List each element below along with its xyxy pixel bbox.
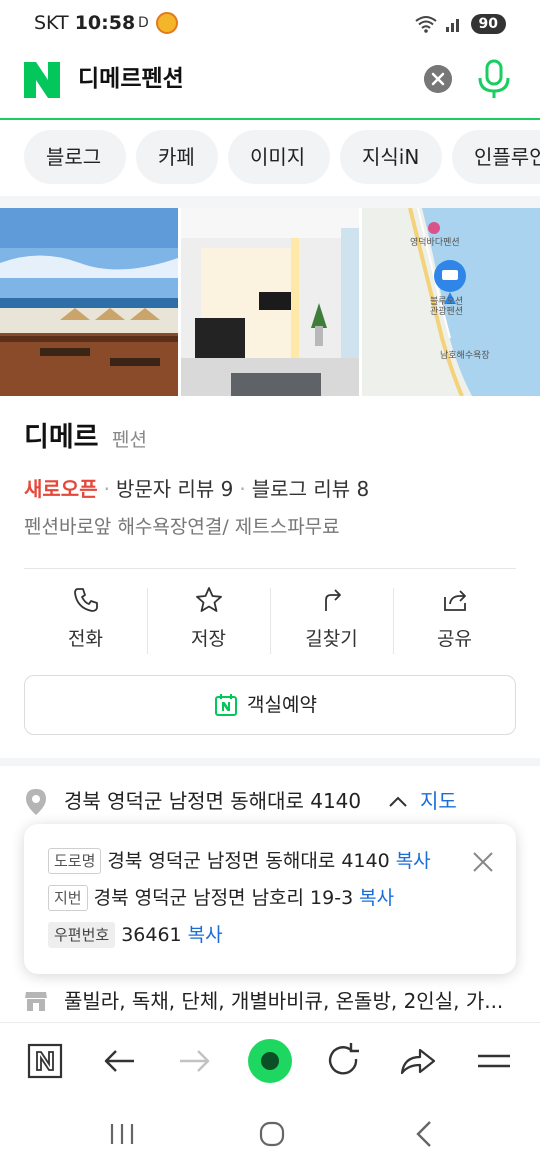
- lot-address-tag: 지번: [48, 885, 88, 911]
- blog-review-link[interactable]: 블로그 리뷰 8: [252, 477, 369, 501]
- call-button[interactable]: 전화: [24, 582, 147, 658]
- save-button[interactable]: 저장: [147, 582, 270, 658]
- photo-room-interior[interactable]: [181, 208, 359, 396]
- room-booking-label: 객실예약: [247, 694, 317, 716]
- share-arrow-icon[interactable]: [396, 1039, 440, 1083]
- map-label-2: 블루오션: [430, 296, 463, 307]
- tab-kin[interactable]: 지식iN: [340, 130, 442, 184]
- tab-cafe[interactable]: 카페: [136, 130, 218, 184]
- address-popup: 도로명 경북 영덕군 남정면 동해대로 4140 복사 지번 경북 영덕군 남정면 남…: [24, 824, 516, 974]
- copy-lot-address-button[interactable]: 복사: [359, 883, 394, 913]
- new-open-badge: 새로오픈: [24, 477, 98, 501]
- map-label-3: 관광펜션: [430, 305, 463, 317]
- place-name[interactable]: 디메르: [24, 420, 99, 456]
- microphone-icon[interactable]: [476, 58, 512, 100]
- visitor-review-link[interactable]: 방문자 리뷰 9: [116, 477, 233, 501]
- naver-logo-icon[interactable]: [24, 62, 60, 98]
- divider: [24, 568, 516, 569]
- menu-icon[interactable]: [472, 1039, 516, 1083]
- place-meta: 새로오픈 · 방문자 리뷰 9 · 블로그 리뷰 8: [24, 474, 369, 504]
- road-address: 경북 영덕군 남정면 동해대로 4140: [107, 850, 390, 872]
- forward-arrow-icon[interactable]: [172, 1039, 216, 1083]
- browser-toolbar: [0, 1022, 540, 1098]
- directions-button[interactable]: 길찾기: [270, 582, 393, 658]
- search-header: 디메르펜션: [0, 48, 540, 120]
- copy-zip-code-button[interactable]: 복사: [188, 920, 223, 950]
- tab-blog[interactable]: 블로그: [24, 130, 126, 184]
- clock: 10:58: [74, 12, 136, 34]
- place-description: 펜션바로앞 해수욕장연결/ 제트스파무료: [24, 516, 340, 538]
- chevron-up-icon[interactable]: [386, 790, 410, 814]
- status-bar: SKT 10:58 D 90: [0, 0, 540, 48]
- meta-separator: ·: [239, 477, 246, 501]
- status-indicator: D: [138, 15, 149, 31]
- home-icon[interactable]: [252, 1118, 292, 1150]
- amenities-text: 풀빌라, 독채, 단체, 개별바비큐, 온돌방, 2인실, 가...: [64, 989, 504, 1013]
- naver-home-icon[interactable]: [24, 1039, 68, 1083]
- recent-apps-icon[interactable]: [102, 1118, 142, 1150]
- share-icon: [444, 590, 466, 611]
- call-label: 전화: [68, 628, 103, 650]
- signal-icon: [445, 19, 459, 32]
- share-label: 공유: [437, 628, 472, 650]
- turn-arrow-icon: [325, 589, 341, 611]
- section-divider: [0, 758, 540, 766]
- amenities-row[interactable]: 풀빌라, 독채, 단체, 개별바비큐, 온돌방, 2인실, 가...: [24, 986, 524, 1016]
- photo-map-thumbnail[interactable]: 영덕바다펜션 블루오션 관광펜션 남호해수욕장: [362, 208, 540, 396]
- clear-search-button[interactable]: [424, 65, 452, 93]
- zip-code-row: 우편번호 36461 복사: [48, 920, 223, 950]
- map-label-4: 남호해수욕장: [440, 350, 490, 361]
- close-icon[interactable]: [472, 851, 494, 873]
- system-nav-bar: [0, 1098, 540, 1170]
- lot-address: 경북 영덕군 남정면 남호리 19-3: [93, 887, 354, 909]
- refresh-icon[interactable]: [322, 1039, 366, 1083]
- naver-green-dot-button[interactable]: [248, 1039, 292, 1083]
- photo-strip: 영덕바다펜션 블루오션 관광펜션 남호해수욕장: [0, 208, 540, 396]
- store-icon: [25, 992, 47, 1011]
- save-label: 저장: [191, 628, 226, 650]
- notification-app-icon: [156, 12, 178, 34]
- address-row: 경북 영덕군 남정면 동해대로 4140 지도: [24, 786, 524, 816]
- phone-icon: [74, 588, 98, 612]
- naver-calendar-icon: [215, 694, 237, 716]
- location-pin-icon: [26, 789, 46, 815]
- room-booking-button[interactable]: 객실예약: [24, 675, 516, 735]
- back-arrow-icon[interactable]: [98, 1039, 142, 1083]
- zip-code-tag: 우편번호: [48, 922, 116, 948]
- section-divider: [0, 196, 540, 208]
- lot-address-row: 지번 경북 영덕군 남정면 남호리 19-3 복사: [48, 883, 394, 913]
- back-icon[interactable]: [404, 1118, 444, 1150]
- meta-separator: ·: [103, 477, 110, 501]
- share-button[interactable]: 공유: [393, 582, 516, 658]
- road-address-tag: 도로명: [48, 848, 102, 874]
- address-text[interactable]: 경북 영덕군 남정면 동해대로 4140: [64, 786, 361, 816]
- action-bar: 전화 저장 길찾기 공유: [24, 582, 516, 658]
- search-input[interactable]: 디메르펜션: [78, 62, 184, 96]
- star-icon: [196, 587, 222, 612]
- battery-indicator: 90: [470, 14, 506, 34]
- map-label-1: 영덕바다펜션: [410, 237, 460, 248]
- copy-road-address-button[interactable]: 복사: [396, 846, 431, 876]
- zip-code: 36461: [121, 924, 182, 946]
- map-link[interactable]: 지도: [420, 786, 457, 816]
- search-tabs: 블로그 카페 이미지 지식iN 인플루언: [0, 130, 540, 188]
- tab-influencer[interactable]: 인플루언: [452, 130, 540, 184]
- photo-beach-deck[interactable]: [0, 208, 178, 396]
- tab-image[interactable]: 이미지: [228, 130, 330, 184]
- place-category: 펜션: [112, 429, 147, 451]
- road-address-row: 도로명 경북 영덕군 남정면 동해대로 4140 복사: [48, 846, 431, 876]
- carrier: SKT: [34, 12, 69, 34]
- directions-label: 길찾기: [305, 628, 358, 650]
- status-right: 90: [414, 12, 506, 36]
- status-left: SKT 10:58: [34, 12, 135, 34]
- wifi-icon: [414, 16, 437, 33]
